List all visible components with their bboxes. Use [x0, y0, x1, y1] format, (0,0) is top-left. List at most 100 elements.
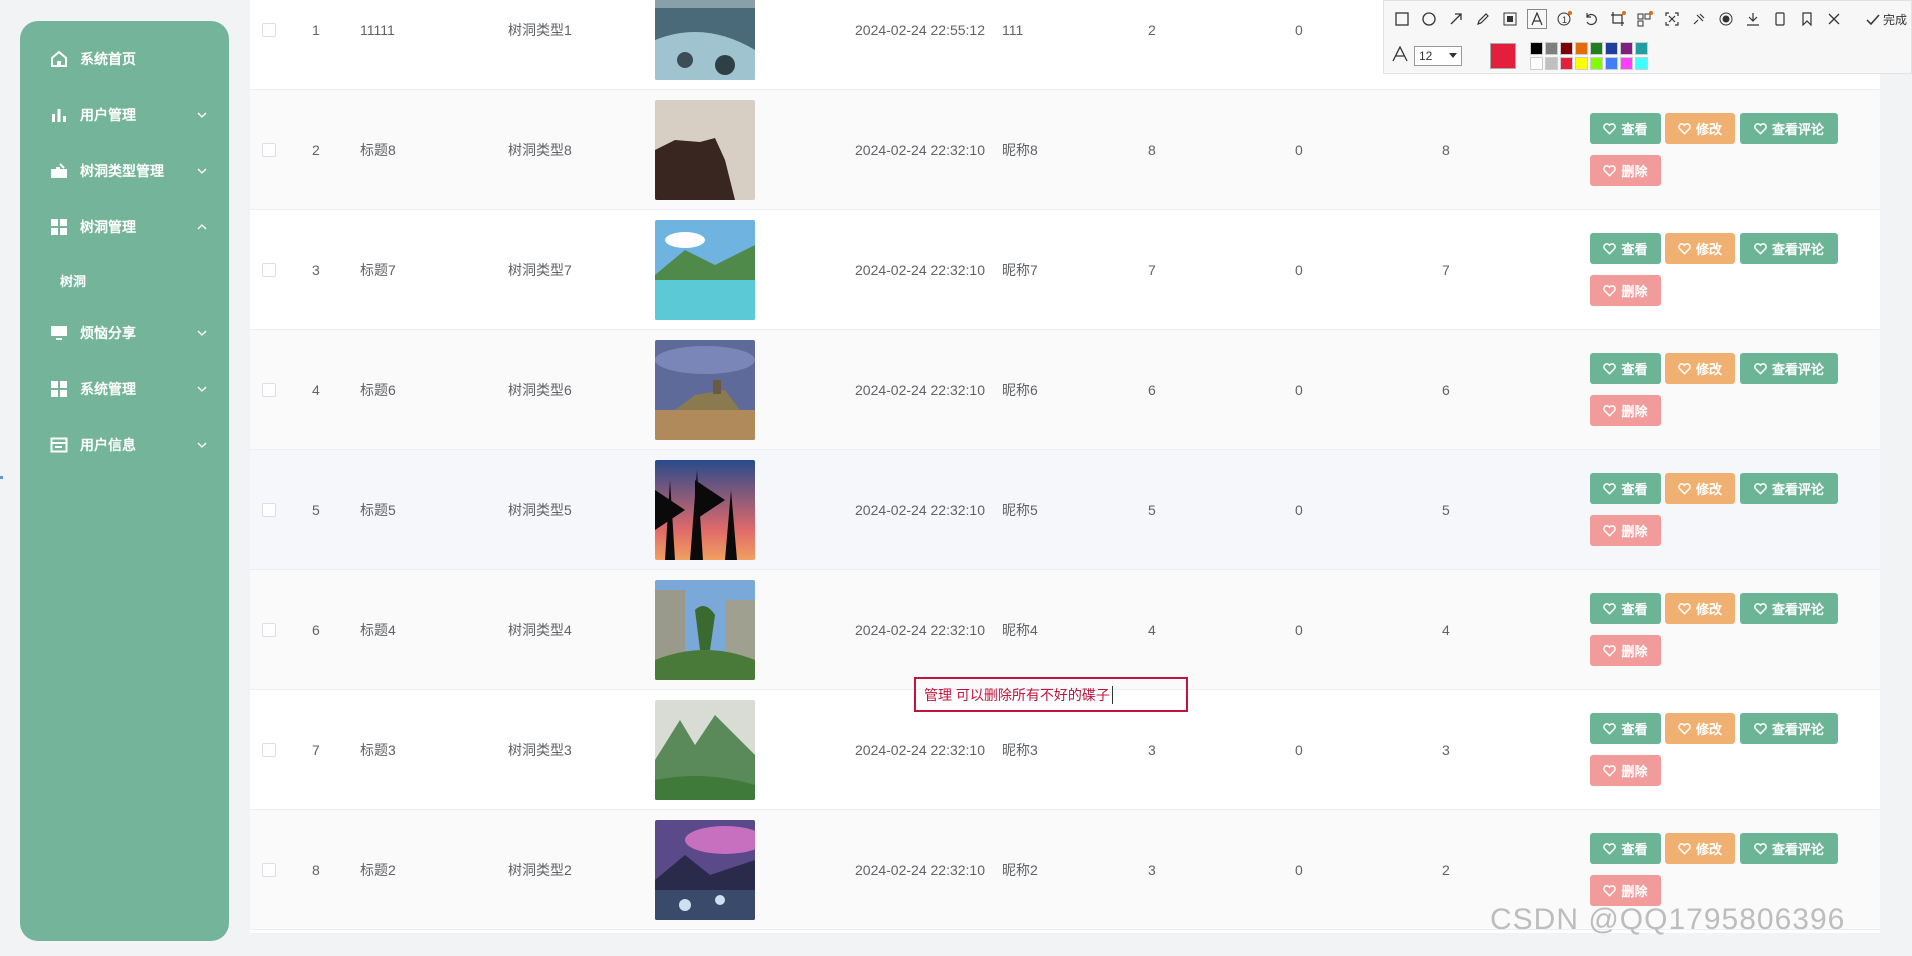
mosaic-tool-icon[interactable] [1500, 9, 1520, 29]
color-swatch[interactable] [1530, 42, 1543, 55]
edit-label: 修改 [1695, 842, 1722, 857]
color-swatch[interactable] [1545, 42, 1558, 55]
undo-icon[interactable] [1581, 9, 1601, 29]
menu-type-management[interactable]: 树洞类型管理 [20, 143, 229, 199]
view-button[interactable]: 查看 [1590, 233, 1661, 264]
cell-title: 标题3 [360, 741, 396, 758]
color-swatch[interactable] [1560, 57, 1573, 70]
edit-button[interactable]: 修改 [1665, 353, 1735, 384]
color-swatch[interactable] [1575, 57, 1588, 70]
delete-button[interactable]: 删除 [1590, 755, 1661, 786]
view-comments-button[interactable]: 查看评论 [1740, 713, 1838, 744]
edit-button[interactable]: 修改 [1665, 833, 1735, 864]
view-comments-button[interactable]: 查看评论 [1740, 113, 1838, 144]
delete-button[interactable]: 删除 [1590, 515, 1661, 546]
row-checkbox[interactable] [262, 142, 276, 157]
view-button[interactable]: 查看 [1590, 113, 1661, 144]
submenu-treehole[interactable]: 树洞 [20, 255, 229, 305]
heart-icon [1603, 284, 1617, 297]
row-checkbox[interactable] [262, 862, 276, 877]
pen-tool-icon[interactable] [1473, 9, 1493, 29]
qr-icon[interactable] [1635, 9, 1655, 29]
view-label: 查看 [1621, 362, 1648, 377]
cell-type: 树洞类型5 [508, 501, 572, 518]
view-comments-button[interactable]: 查看评论 [1740, 473, 1838, 504]
phone-icon[interactable] [1770, 9, 1790, 29]
delete-button[interactable]: 删除 [1590, 275, 1661, 306]
delete-button[interactable]: 删除 [1590, 875, 1661, 906]
view-comments-button[interactable]: 查看评论 [1740, 353, 1838, 384]
menu-user-info[interactable]: 用户信息 [20, 417, 229, 473]
color-swatch[interactable] [1530, 57, 1543, 70]
color-swatch[interactable] [1620, 57, 1633, 70]
view-button[interactable]: 查看 [1590, 833, 1661, 864]
color-swatch[interactable] [1605, 42, 1618, 55]
color-swatch[interactable] [1575, 42, 1588, 55]
color-swatch[interactable] [1635, 57, 1648, 70]
edit-button[interactable]: 修改 [1665, 233, 1735, 264]
arrow-tool-icon[interactable] [1446, 9, 1466, 29]
text-annotation[interactable]: 管理 可以删除所有不好的碟子 [914, 677, 1188, 712]
crop-icon[interactable] [1608, 9, 1628, 29]
view-button[interactable]: 查看 [1590, 473, 1661, 504]
delete-button[interactable]: 删除 [1590, 635, 1661, 666]
chevron-up-icon [197, 224, 207, 230]
edit-button[interactable]: 修改 [1665, 713, 1735, 744]
menu-worry-share[interactable]: 烦恼分享 [20, 305, 229, 361]
menu-home[interactable]: 系统首页 [20, 31, 229, 87]
row-checkbox[interactable] [262, 502, 276, 517]
text-tool-icon[interactable] [1527, 9, 1547, 29]
rectangle-tool-icon[interactable] [1392, 9, 1412, 29]
menu-system-management[interactable]: 系统管理 [20, 361, 229, 417]
edit-button[interactable]: 修改 [1665, 473, 1735, 504]
number-tool-icon[interactable]: 1 [1554, 9, 1574, 29]
delete-button[interactable]: 删除 [1590, 155, 1661, 186]
cell-title: 标题7 [360, 261, 396, 278]
view-comments-button[interactable]: 查看评论 [1740, 833, 1838, 864]
close-icon[interactable] [1824, 9, 1844, 29]
row-checkbox[interactable] [262, 742, 276, 757]
view-comments-button[interactable]: 查看评论 [1740, 233, 1838, 264]
cell-time: 2024-02-24 22:32:10 [855, 501, 985, 518]
delete-label: 删除 [1621, 884, 1648, 899]
delete-button[interactable]: 删除 [1590, 395, 1661, 426]
color-swatch[interactable] [1545, 57, 1558, 70]
scan-icon[interactable] [1662, 9, 1682, 29]
pin-icon[interactable] [1689, 9, 1709, 29]
menu-treehole-management[interactable]: 树洞管理 [20, 199, 229, 255]
ellipse-tool-icon[interactable] [1419, 9, 1439, 29]
row-checkbox[interactable] [262, 382, 276, 397]
done-button[interactable]: 完成 [1866, 11, 1907, 28]
view-button[interactable]: 查看 [1590, 593, 1661, 624]
heart-icon [1603, 122, 1617, 135]
view-button[interactable]: 查看 [1590, 713, 1661, 744]
menu-user-management[interactable]: 用户管理 [20, 87, 229, 143]
color-swatch[interactable] [1590, 42, 1603, 55]
row-checkbox[interactable] [262, 622, 276, 637]
cell-index: 1 [312, 21, 320, 38]
bookmark-icon[interactable] [1797, 9, 1817, 29]
color-swatch[interactable] [1590, 57, 1603, 70]
color-swatch[interactable] [1605, 57, 1618, 70]
record-icon[interactable] [1716, 9, 1736, 29]
view-comments-button[interactable]: 查看评论 [1740, 593, 1838, 624]
current-color-swatch[interactable] [1490, 43, 1516, 69]
edit-button[interactable]: 修改 [1665, 113, 1735, 144]
color-swatch[interactable] [1635, 42, 1648, 55]
color-swatch[interactable] [1560, 42, 1573, 55]
view-button[interactable]: 查看 [1590, 353, 1661, 384]
color-swatch[interactable] [1620, 42, 1633, 55]
download-icon[interactable] [1743, 9, 1763, 29]
sidebar: 系统首页 用户管理 树洞类型管理 树洞管理 树洞 烦恼分享 系统管理 用户信息 [20, 21, 229, 941]
cell-count-a: 3 [1148, 741, 1156, 758]
view-label: 查看 [1621, 722, 1648, 737]
row-checkbox[interactable] [262, 22, 276, 37]
cell-type: 树洞类型8 [508, 141, 572, 158]
chevron-down-icon [197, 330, 207, 336]
menu-label: 烦恼分享 [80, 325, 136, 341]
thumbnail-image [655, 820, 755, 920]
row-checkbox[interactable] [262, 262, 276, 277]
font-size-select[interactable]: 12 [1414, 46, 1462, 66]
cell-nickname: 昵称8 [1002, 141, 1038, 158]
edit-button[interactable]: 修改 [1665, 593, 1735, 624]
